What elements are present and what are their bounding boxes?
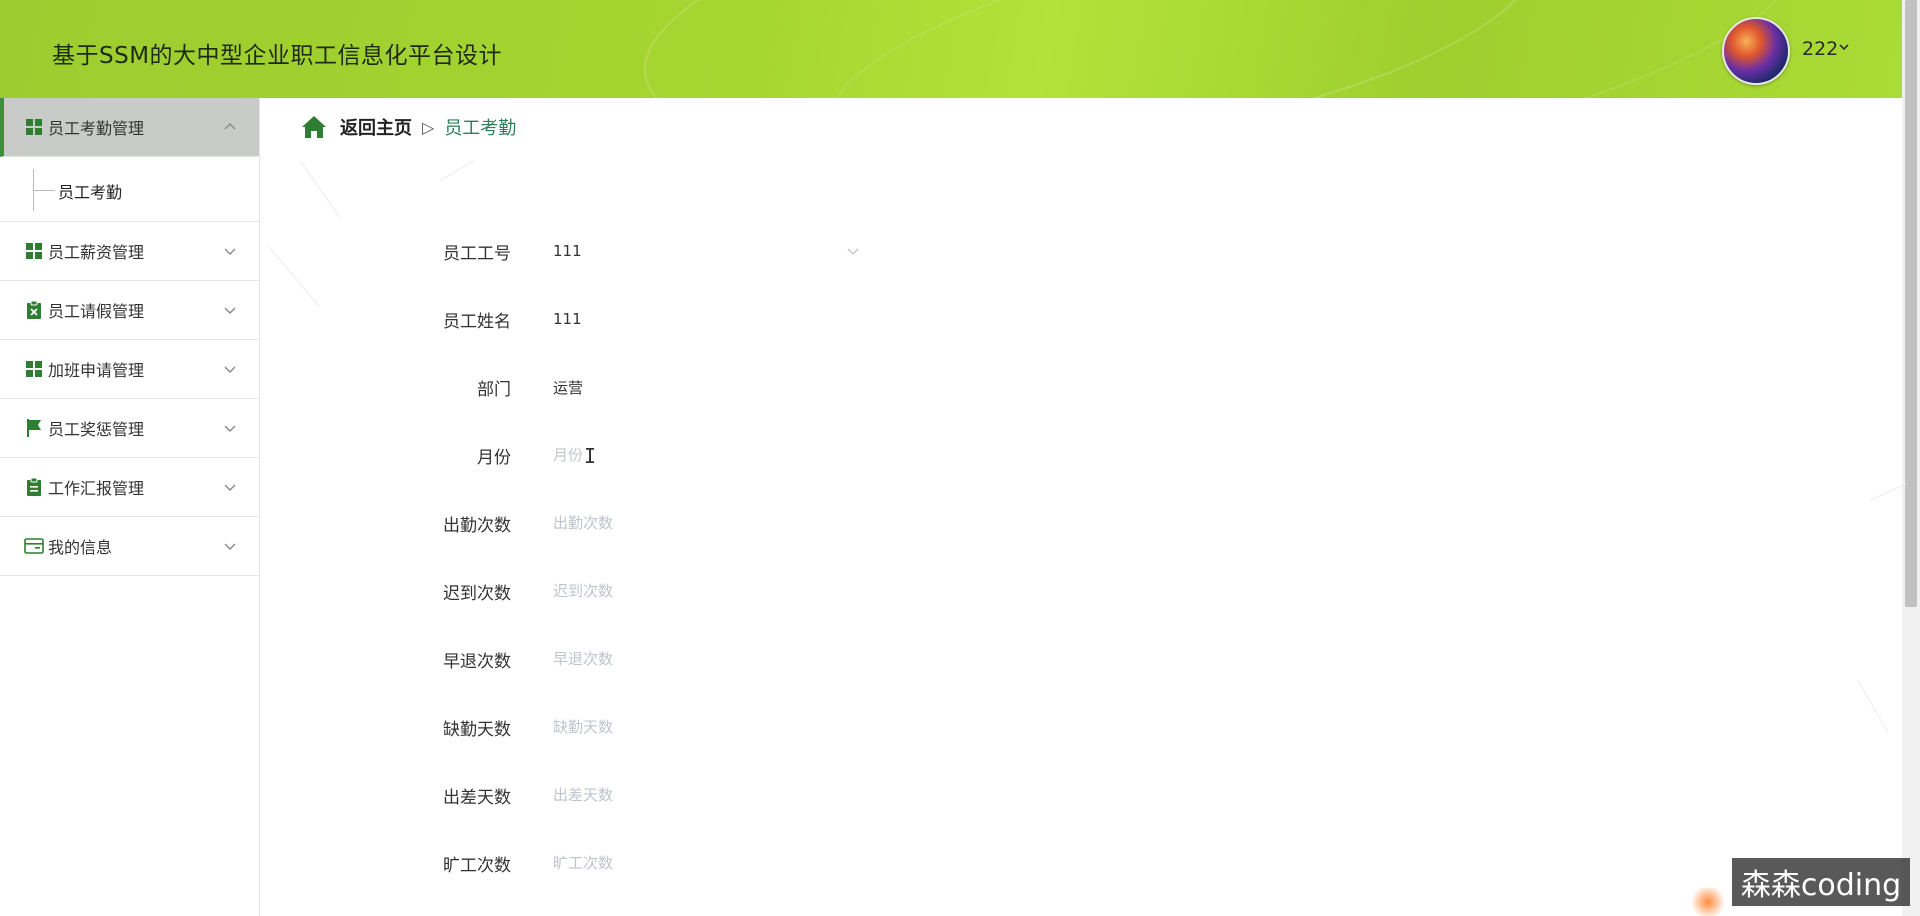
sidebar-item-attendance-mgmt[interactable]: 员工考勤管理	[0, 98, 259, 157]
header-decoration	[806, 0, 1818, 98]
truancy-count-field[interactable]	[551, 845, 865, 881]
user-name[interactable]: 222	[1802, 38, 1838, 60]
background-decoration	[439, 160, 475, 181]
sidebar-subitem-attendance[interactable]: 员工考勤	[58, 179, 122, 203]
form-row-late-count: 迟到次数	[400, 571, 865, 611]
sidebar-item-report-mgmt[interactable]: 工作汇报管理	[0, 458, 259, 517]
sidebar-item-salary-mgmt[interactable]: 员工薪资管理	[0, 222, 259, 281]
month-field[interactable]	[551, 437, 865, 473]
sidebar-item-label: 员工请假管理	[48, 302, 145, 321]
form-row-absence-days: 缺勤天数	[400, 707, 865, 747]
background-decoration	[267, 245, 320, 308]
attendance-count-label: 出勤次数	[443, 515, 511, 536]
breadcrumb-home-link[interactable]: 返回主页	[340, 114, 412, 140]
breadcrumb-current: 员工考勤	[444, 118, 517, 139]
form-row-employee-id: 员工工号	[400, 231, 865, 271]
absence-days-field[interactable]	[551, 709, 865, 745]
form-row-employee-name: 员工姓名	[400, 299, 865, 339]
attendance-count-field[interactable]	[551, 505, 865, 541]
chevron-down-icon	[224, 366, 236, 373]
text-cursor-icon: I	[584, 444, 597, 468]
grid-icon	[24, 117, 44, 137]
chevron-up-icon	[224, 123, 236, 130]
scrollbar-thumb[interactable]	[1905, 0, 1917, 607]
background-decoration	[299, 160, 341, 219]
background-decoration	[1857, 680, 1889, 733]
sidebar-item-leave-mgmt[interactable]: 员工请假管理	[0, 281, 259, 340]
form-row-truancy-count: 旷工次数	[400, 843, 865, 883]
early-leave-count-label: 早退次数	[443, 651, 511, 672]
sidebar-item-label: 员工薪资管理	[48, 243, 145, 262]
month-label: 月份	[477, 447, 511, 468]
chevron-down-icon[interactable]	[846, 244, 860, 258]
absence-days-label: 缺勤天数	[443, 719, 511, 740]
clipboard-icon	[24, 477, 44, 497]
business-trip-days-field[interactable]	[551, 777, 865, 813]
truancy-count-label: 旷工次数	[443, 855, 511, 876]
sidebar-item-label: 加班申请管理	[48, 361, 145, 380]
chevron-down-icon[interactable]	[1838, 41, 1850, 53]
employee-id-select[interactable]	[551, 233, 865, 269]
grid-icon	[24, 359, 44, 379]
late-count-label: 迟到次数	[443, 583, 511, 604]
form-row-early-leave-count: 早退次数	[400, 639, 865, 679]
top-header: 基于SSM的大中型企业职工信息化平台设计 222	[0, 0, 1902, 98]
home-icon[interactable]	[300, 114, 328, 140]
sidebar-item-label: 我的信息	[48, 538, 113, 557]
clipboard-x-icon	[24, 300, 44, 320]
chevron-down-icon	[224, 307, 236, 314]
breadcrumb-separator: ▷	[422, 117, 435, 137]
chevron-down-icon	[224, 543, 236, 550]
late-count-field[interactable]	[551, 573, 865, 609]
sidebar-item-label: 员工奖惩管理	[48, 420, 145, 439]
chevron-down-icon	[224, 425, 236, 432]
app-title: 基于SSM的大中型企业职工信息化平台设计	[52, 43, 503, 69]
department-label: 部门	[477, 379, 511, 400]
form-row-attendance-count: 出勤次数	[400, 503, 865, 543]
sidebar-item-label: 员工考勤管理	[48, 119, 145, 138]
sidebar: 员工考勤管理 员工考勤 员工薪资管理 员工请假管理 加班申请管理 员工奖惩管理	[0, 98, 260, 916]
card-icon	[24, 536, 44, 556]
sidebar-item-reward-mgmt[interactable]: 员工奖惩管理	[0, 399, 259, 458]
sidebar-item-label: 工作汇报管理	[48, 479, 145, 498]
employee-name-field[interactable]	[551, 301, 865, 337]
grid-icon	[24, 241, 44, 261]
sidebar-item-overtime-mgmt[interactable]: 加班申请管理	[0, 340, 259, 399]
early-leave-count-field[interactable]	[551, 641, 865, 677]
chevron-down-icon	[224, 484, 236, 491]
business-trip-days-label: 出差天数	[443, 787, 511, 808]
form-row-month: 月份	[400, 435, 865, 475]
employee-name-label: 员工姓名	[443, 311, 511, 332]
tree-line	[33, 190, 55, 191]
background-decoration	[1869, 483, 1907, 501]
sidebar-item-my-info[interactable]: 我的信息	[0, 517, 259, 576]
breadcrumb: 返回主页 ▷ 员工考勤	[300, 114, 516, 140]
submenu-attendance: 员工考勤	[0, 157, 259, 222]
form-row-business-trip-days: 出差天数	[400, 775, 865, 815]
flag-icon	[24, 418, 44, 438]
chevron-down-icon	[224, 248, 236, 255]
user-avatar[interactable]	[1722, 17, 1790, 85]
background-decoration	[1688, 888, 1728, 916]
watermark: 森森coding	[1732, 858, 1910, 906]
form-row-department: 部门	[400, 367, 865, 407]
department-field[interactable]	[551, 369, 865, 405]
employee-id-label: 员工工号	[443, 243, 511, 264]
